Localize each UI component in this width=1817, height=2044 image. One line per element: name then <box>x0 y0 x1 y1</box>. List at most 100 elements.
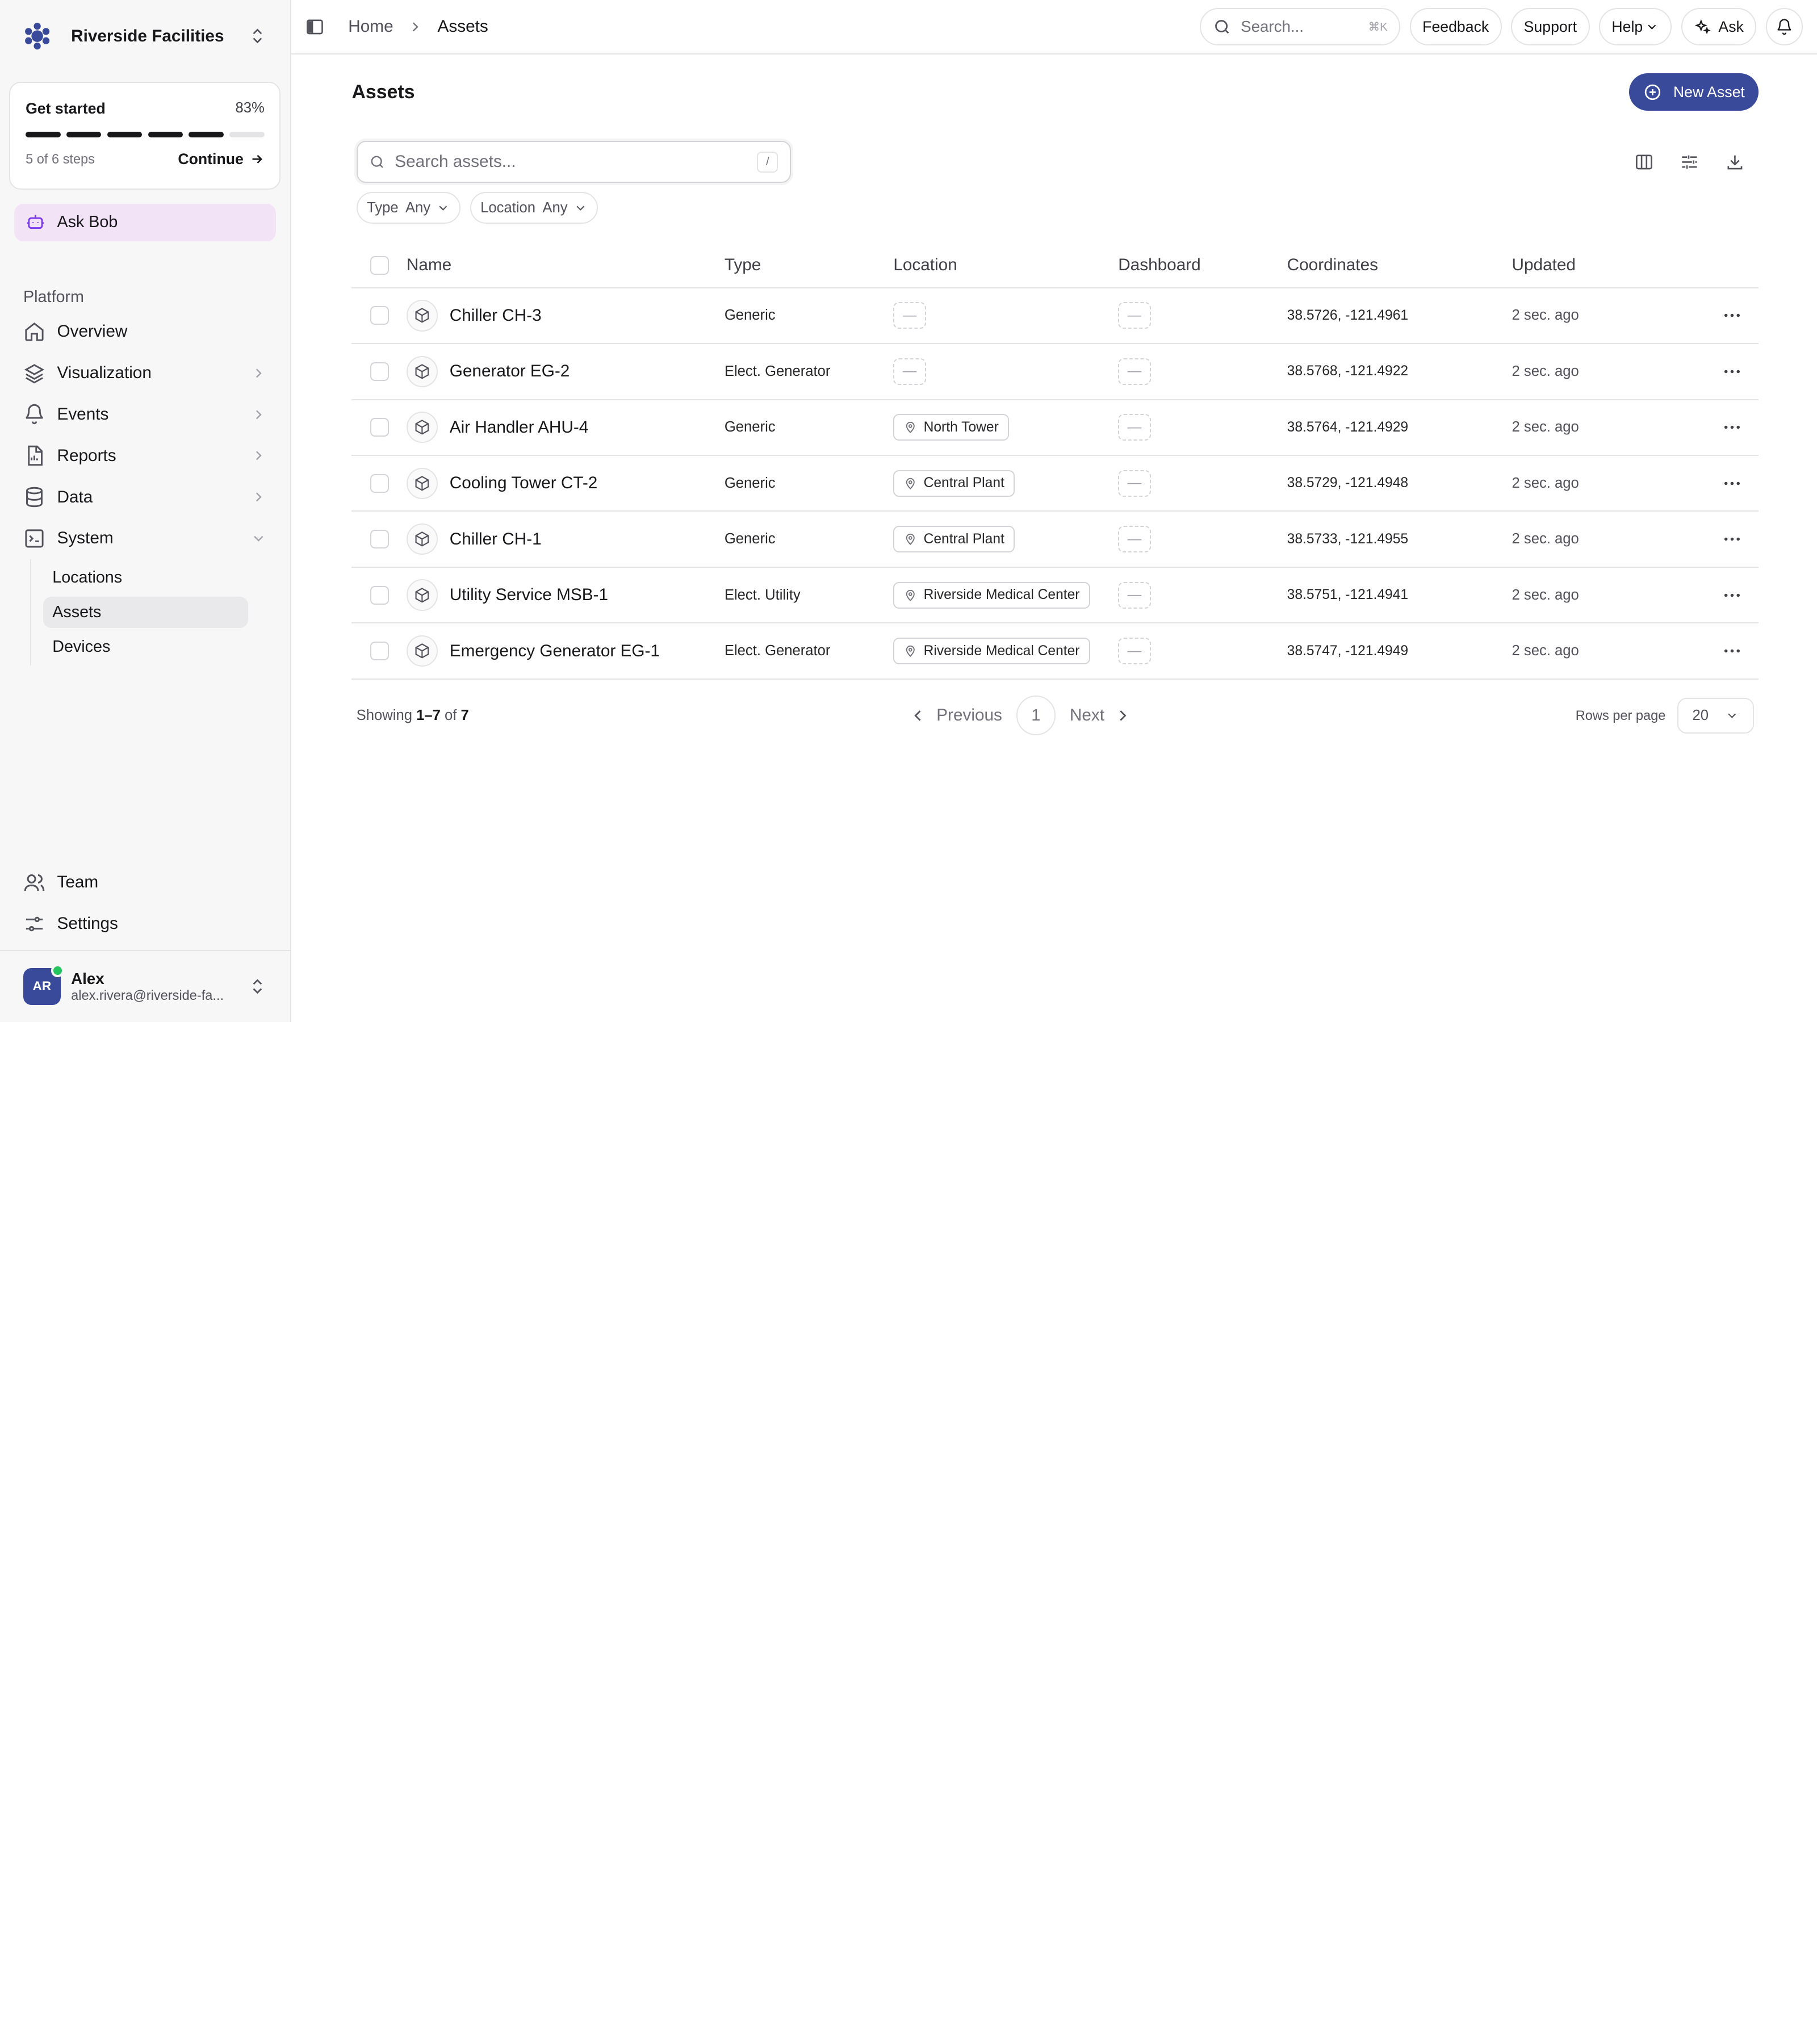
org-switcher[interactable]: Riverside Facilities <box>0 0 290 72</box>
asset-updated: 2 sec. ago <box>1512 455 1640 512</box>
feedback-button[interactable]: Feedback <box>1409 8 1502 46</box>
ask-bob-button[interactable]: Ask Bob <box>14 203 277 241</box>
notifications-button[interactable] <box>1765 8 1803 46</box>
sidebar-item-events[interactable]: Events <box>0 393 290 435</box>
more-options-icon[interactable] <box>1722 473 1743 494</box>
sidebar-item-devices[interactable]: Devices <box>43 631 248 662</box>
previous-page-button[interactable]: Previous <box>909 706 1002 725</box>
progress-segment <box>148 131 183 138</box>
sidebar-item-assets[interactable]: Assets <box>43 596 248 629</box>
asset-type: Generic <box>724 287 894 345</box>
more-options-icon[interactable] <box>1722 417 1743 438</box>
table-row[interactable]: Utility Service MSB-1 Elect. Utility River… <box>351 567 1759 624</box>
sidebar-item-team[interactable]: Team <box>0 862 290 903</box>
column-header-location[interactable]: Location <box>893 243 1119 288</box>
continue-button[interactable]: Continue <box>178 150 264 168</box>
column-header-updated[interactable]: Updated <box>1512 243 1640 288</box>
asset-coordinates: 38.5751, -121.4941 <box>1287 567 1512 624</box>
asset-coordinates: 38.5747, -121.4949 <box>1287 623 1512 680</box>
filter-settings-icon[interactable] <box>1680 152 1699 172</box>
sidebar-toggle-icon[interactable] <box>305 17 325 37</box>
row-checkbox[interactable] <box>370 418 390 437</box>
new-asset-button[interactable]: New Asset <box>1628 73 1759 111</box>
location-label: North Tower <box>923 419 999 435</box>
table-row[interactable]: Generator EG-2 Elect. Generator — —38.5768,… <box>351 344 1759 400</box>
download-icon[interactable] <box>1725 152 1745 172</box>
location-label: Central Plant <box>923 531 1004 547</box>
location-label: Central Plant <box>923 475 1004 491</box>
more-options-icon[interactable] <box>1722 640 1743 661</box>
column-header-dashboard[interactable]: Dashboard <box>1118 243 1287 288</box>
location-chip[interactable]: Riverside Medical Center <box>893 637 1090 665</box>
box-icon <box>415 587 429 603</box>
row-checkbox[interactable] <box>370 474 390 493</box>
table-row[interactable]: Air Handler AHU-4 Generic North Tower — 38.5… <box>351 399 1759 456</box>
sidebar-item-locations[interactable]: Locations <box>43 562 248 593</box>
table-row[interactable]: Emergency Generator EG-1 Elect. Generator… <box>351 623 1759 680</box>
asset-search-input[interactable]: Search assets... / <box>356 141 791 183</box>
location-filter[interactable]: Location Any <box>470 192 598 224</box>
asset-name[interactable]: Utility Service MSB-1 <box>450 585 608 605</box>
row-checkbox[interactable] <box>370 642 390 660</box>
asset-icon <box>406 355 438 387</box>
table-row[interactable]: Chiller CH-3 Generic — —38.5726, -121.4961 2… <box>351 287 1759 345</box>
sidebar-item-data[interactable]: Data <box>0 476 290 518</box>
next-page-button[interactable]: Next <box>1070 706 1132 725</box>
location-chip[interactable]: North Tower <box>893 414 1010 441</box>
asset-name[interactable]: Emergency Generator EG-1 <box>450 642 660 661</box>
asset-updated: 2 sec. ago <box>1512 623 1640 680</box>
help-label: Help <box>1611 18 1643 35</box>
type-filter[interactable]: Type Any <box>356 192 461 224</box>
asset-coordinates: 38.5726, -121.4961 <box>1287 287 1512 345</box>
help-button[interactable]: Help <box>1598 8 1672 46</box>
asset-name[interactable]: Chiller CH-1 <box>450 530 542 549</box>
map-pin-icon <box>906 422 915 434</box>
avatar: AR <box>23 964 64 1006</box>
empty-dashboard: — <box>1118 302 1151 329</box>
asset-updated: 2 sec. ago <box>1512 287 1640 345</box>
column-header-type[interactable]: Type <box>724 243 894 288</box>
row-checkbox[interactable] <box>370 362 390 381</box>
asset-name[interactable]: Chiller CH-3 <box>450 306 542 325</box>
column-header-name[interactable]: Name <box>406 243 725 288</box>
table-row[interactable]: Chiller CH-1 Generic Central Plant — 38.5733… <box>351 511 1759 568</box>
more-options-icon[interactable] <box>1722 585 1743 606</box>
asset-name[interactable]: Cooling Tower CT-2 <box>450 474 598 493</box>
row-checkbox[interactable] <box>370 530 390 549</box>
chevron-left-icon <box>914 710 921 721</box>
sidebar-item-visualization[interactable]: Visualization <box>0 353 290 394</box>
empty-dashboard: — <box>1118 414 1151 441</box>
column-header-coordinates[interactable]: Coordinates <box>1287 243 1512 288</box>
sidebar-item-settings[interactable]: Settings <box>0 903 290 945</box>
location-chip[interactable]: Riverside Medical Center <box>893 581 1090 609</box>
select-all-checkbox[interactable] <box>370 256 390 275</box>
asset-icon <box>406 412 438 443</box>
user-menu[interactable]: AR Alex alex.rivera@riverside-fa... <box>0 949 290 1022</box>
row-checkbox[interactable] <box>370 306 390 325</box>
sidebar: Riverside Facilities Get started 83% 5 o… <box>0 0 291 1023</box>
more-options-icon[interactable] <box>1722 529 1743 550</box>
rows-per-page-select[interactable]: 20 <box>1677 697 1755 734</box>
sidebar-item-overview[interactable]: Overview <box>0 311 290 353</box>
row-checkbox[interactable] <box>370 585 390 605</box>
columns-icon[interactable] <box>1634 152 1654 172</box>
rows-per-page-label: Rows per page <box>1575 707 1666 723</box>
breadcrumb-home[interactable]: Home <box>348 17 393 36</box>
more-options-icon[interactable] <box>1722 305 1743 326</box>
box-icon <box>415 643 429 659</box>
table-row[interactable]: Cooling Tower CT-2 Generic Central Plant — 3… <box>351 455 1759 512</box>
system-subnav: Locations Assets Devices <box>30 559 290 666</box>
showing-summary: Showing 1–7 of 7 <box>357 707 469 724</box>
sidebar-item-reports[interactable]: Reports <box>0 435 290 476</box>
asset-name[interactable]: Generator EG-2 <box>450 362 570 381</box>
asset-name[interactable]: Air Handler AHU-4 <box>450 418 589 437</box>
location-chip[interactable]: Central Plant <box>893 470 1015 497</box>
location-chip[interactable]: Central Plant <box>893 526 1015 553</box>
ask-button[interactable]: Ask <box>1681 8 1757 46</box>
more-options-icon[interactable] <box>1722 361 1743 382</box>
sidebar-item-system[interactable]: System <box>0 518 290 559</box>
global-search-input[interactable]: Search... ⌘K <box>1200 8 1401 46</box>
empty-location: — <box>893 358 926 385</box>
page-number-button[interactable]: 1 <box>1016 696 1056 736</box>
support-button[interactable]: Support <box>1511 8 1590 46</box>
